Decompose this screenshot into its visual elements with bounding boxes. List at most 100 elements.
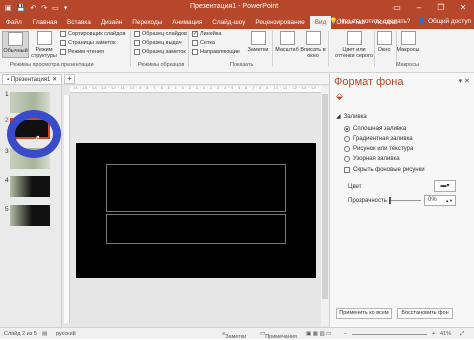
new-tab-button[interactable]: +: [64, 74, 75, 84]
comments-toggle[interactable]: ▭ Примечания: [260, 331, 297, 340]
subtitle-placeholder[interactable]: [106, 214, 286, 244]
window-button[interactable]: Окно: [374, 31, 394, 53]
tab-design[interactable]: Дизайн: [96, 16, 127, 29]
gradient-fill-radio[interactable]: Градиентная заливка: [344, 136, 413, 142]
vertical-scrollbar[interactable]: [321, 86, 329, 326]
tab-transitions[interactable]: Переходы: [127, 16, 167, 29]
document-tab[interactable]: ▪ Презентация1 ✕: [2, 74, 63, 85]
guides-checkbox[interactable]: Направляющие: [192, 49, 240, 55]
color-label: Цвет: [348, 184, 362, 190]
zoom-level[interactable]: 41%: [440, 331, 451, 337]
group-label-masters: Режимы образцов: [138, 62, 185, 68]
notes-page-button[interactable]: Страницы заметок: [60, 40, 116, 46]
title-placeholder[interactable]: [106, 164, 286, 212]
tab-insert[interactable]: Вставка: [62, 16, 96, 29]
undo-icon[interactable]: ↶: [30, 4, 36, 12]
status-bar: Слайд 2 из 5 ▤ русский ≡ Заметки ▭ Приме…: [0, 327, 474, 340]
ribbon-tabs: Файл Главная Вставка Дизайн Переходы Ани…: [0, 15, 474, 29]
normal-view-button[interactable]: Обычный: [2, 31, 29, 58]
slide-master-icon: [134, 31, 140, 37]
transparency-input[interactable]: 0% ▲▼: [424, 195, 456, 206]
view-buttons[interactable]: ▣ ▦ ▥ ▭: [306, 331, 331, 337]
pane-close-icon[interactable]: ✕: [464, 78, 470, 85]
notes-icon: [250, 31, 266, 45]
notes-master-button[interactable]: Образец заметок: [134, 49, 186, 55]
help-search[interactable]: 💡 Что вы хотите сделать?: [330, 17, 410, 25]
language-indicator[interactable]: русский: [56, 331, 76, 337]
ruler-checkbox[interactable]: Линейка: [192, 31, 221, 37]
paint-bucket-icon[interactable]: ⬙: [336, 91, 343, 102]
slide-master-button[interactable]: Образец слайдов: [134, 31, 187, 37]
solid-fill-radio[interactable]: Сплошная заливка: [344, 126, 406, 132]
group-divider: [130, 31, 131, 67]
minimize-button[interactable]: –: [408, 0, 430, 15]
reading-view-icon: [60, 49, 66, 55]
color-picker-button[interactable]: ▬▾: [434, 180, 456, 192]
fit-slide-icon[interactable]: ⤢: [460, 331, 464, 338]
lightbulb-icon: 💡: [329, 18, 338, 25]
transparency-slider-handle[interactable]: [389, 197, 391, 204]
tab-file[interactable]: Файл: [0, 16, 28, 29]
close-button[interactable]: ✕: [452, 0, 474, 15]
zoom-in-icon[interactable]: +: [432, 331, 435, 337]
tab-review[interactable]: Рецензирование: [250, 16, 309, 29]
slideshow-icon[interactable]: ▭: [52, 4, 59, 12]
handout-master-button[interactable]: Образец выдач: [134, 40, 182, 46]
redo-icon[interactable]: ↷: [41, 4, 47, 12]
pane-controls: ▾ ✕: [459, 77, 470, 85]
tab-slideshow[interactable]: Слайд-шоу: [207, 16, 250, 29]
slide-thumbnail-5[interactable]: [10, 205, 50, 226]
person-icon: 👤: [418, 18, 427, 25]
window-title: Презентация1 - PowerPoint: [190, 3, 279, 10]
reset-background-button[interactable]: Восстановить фон: [397, 308, 453, 319]
magnifier-icon: [279, 31, 295, 45]
customize-icon[interactable]: ▾: [64, 4, 68, 12]
transparency-label: Прозрачность: [348, 198, 387, 204]
fit-window-button[interactable]: Вписать в окно: [300, 31, 326, 59]
pattern-fill-radio[interactable]: Узорная заливка: [344, 156, 400, 162]
share-button[interactable]: 👤 Общий доступ: [418, 17, 471, 25]
macros-button[interactable]: Макросы: [396, 31, 420, 53]
zoom-out-icon[interactable]: –: [344, 331, 347, 337]
group-divider: [272, 31, 273, 67]
notes-button[interactable]: Заметки: [244, 31, 272, 53]
tab-animations[interactable]: Анимация: [167, 16, 207, 29]
powerpoint-logo-icon: ▣: [5, 4, 12, 12]
apply-to-all-button[interactable]: Применить ко всем: [336, 308, 392, 319]
tab-home[interactable]: Главная: [28, 16, 62, 29]
pane-title: Формат фона: [334, 76, 404, 88]
current-slide[interactable]: [76, 143, 316, 278]
zoom-button[interactable]: Масштаб: [274, 31, 300, 53]
vertical-ruler: [64, 95, 70, 323]
maximize-button[interactable]: ❐: [430, 0, 452, 15]
fit-window-icon: [305, 31, 321, 45]
reading-view-button[interactable]: Режим чтения: [60, 49, 104, 55]
spellcheck-icon[interactable]: ▤: [42, 331, 47, 337]
normal-view-icon: [8, 32, 23, 46]
transparency-slider[interactable]: [389, 200, 421, 201]
pane-options-icon[interactable]: ▾: [459, 78, 463, 85]
notes-toggle[interactable]: ≡ Заметки: [222, 331, 246, 340]
grid-checkbox[interactable]: Сетка: [192, 40, 215, 46]
slide-number: 4: [5, 177, 9, 184]
scrollbar-thumb[interactable]: [322, 94, 328, 299]
notes-master-icon: [134, 49, 140, 55]
group-divider: [188, 31, 189, 67]
group-divider: [328, 31, 329, 67]
hide-background-checkbox[interactable]: Скрыть фоновые рисунки: [344, 167, 425, 173]
picture-fill-radio[interactable]: Рисунок или текстура: [344, 146, 413, 152]
macros-icon: [400, 31, 416, 45]
close-tab-icon[interactable]: ✕: [52, 77, 57, 83]
sorter-view-button[interactable]: Сортировщик слайдов: [60, 31, 125, 37]
zoom-slider[interactable]: [352, 334, 427, 335]
tab-view[interactable]: Вид: [309, 16, 332, 29]
color-grayscale-button[interactable]: Цвет или оттенки серого: [334, 31, 374, 59]
color-palette-icon: [346, 31, 362, 45]
slide-thumbnail-4[interactable]: [10, 176, 50, 197]
notes-page-icon: [60, 40, 66, 46]
save-icon[interactable]: 💾: [17, 4, 26, 12]
ribbon-options-icon[interactable]: ▭: [386, 0, 408, 15]
fill-section-header[interactable]: ◢ Заливка: [336, 113, 367, 121]
spinner-icon[interactable]: ▲▼: [445, 196, 453, 205]
outline-view-button[interactable]: Режим структуры: [31, 31, 57, 61]
